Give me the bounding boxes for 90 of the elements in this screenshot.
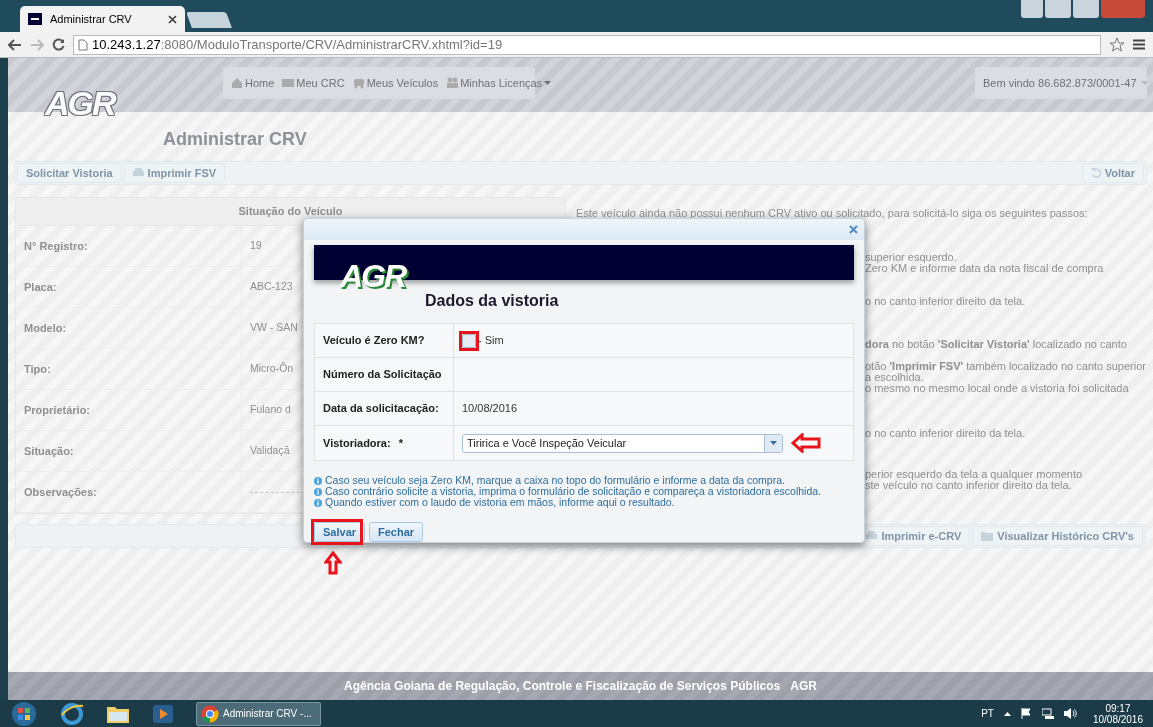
option-label: - Sim xyxy=(478,333,504,349)
instruction-text: o no canto inferior direito da tela. xyxy=(865,295,1026,307)
instruction-text: otão 'Imprimir FSV' também localizado no canto superior xyxy=(865,360,1146,372)
dialog-title: Dados da vistoria xyxy=(425,291,559,311)
instruction-text: Este veículo ainda não possui nenhum CRV ativo ou solicitado, para solicitá-lo siga os seguintes passos: xyxy=(576,206,1088,221)
star-icon xyxy=(1109,37,1125,52)
network-icon[interactable] xyxy=(1041,708,1054,719)
toolbar-button[interactable]: Visualizar Histórico CRV's xyxy=(972,526,1143,546)
save-button[interactable]: Salvar xyxy=(314,522,366,542)
back-icon xyxy=(8,38,22,51)
menu-icon xyxy=(1133,39,1145,50)
home-icon xyxy=(231,77,243,89)
field-value: 10/08/2016 xyxy=(462,401,518,417)
instruction-text: a escolhida. xyxy=(865,371,924,383)
note-text: Quando estiver com o laudo de vistoria em mãos, informe aqui o resultado. xyxy=(325,497,675,508)
field-label: Tipo: xyxy=(24,361,51,377)
field-label: Proprietário: xyxy=(24,402,90,418)
footer-text: Agência Goiana de Regulação, Controle e Fiscalização de Serviços Públicos xyxy=(344,678,781,695)
language-indicator[interactable]: PT xyxy=(981,706,994,721)
browser-tab[interactable]: Administrar CRV xyxy=(20,6,185,32)
instruction-text: dora no botão 'Solicitar Vistoria' localizado no canto xyxy=(865,338,1127,350)
field-value: VW - SAN xyxy=(250,320,298,336)
forward-icon xyxy=(30,38,44,51)
nav-link[interactable]: Home xyxy=(231,74,275,92)
info-icon xyxy=(314,498,322,507)
user-menu[interactable]: Bem vindo 86.682.873/0001-47 xyxy=(975,67,1147,99)
arrow-icon xyxy=(324,551,342,575)
new-tab-button[interactable] xyxy=(186,12,232,28)
note-text: Caso seu veículo seja Zero KM, marque a caixa no topo do formulário e informe a data da compra. xyxy=(325,475,785,486)
address-bar[interactable]: 10.243.1.27:8080/ModuloTransporte/CRV/AdministrarCRV.xhtml?id=19 xyxy=(73,34,1101,55)
close-icon[interactable] xyxy=(849,225,858,235)
info-icon xyxy=(314,476,322,485)
field-label: Veículo é Zero KM? xyxy=(323,333,425,349)
instruction-text: Zero KM e informe data da nota fiscal de compra xyxy=(865,262,1104,274)
field-label: Situação: xyxy=(24,443,74,459)
people-icon xyxy=(446,77,459,89)
footer-brand: AGR xyxy=(790,678,817,695)
instruction-text: ste veículo no canto inferior direito da tela. xyxy=(865,479,1072,491)
field-label: Número da Solicitação xyxy=(323,367,442,383)
media-player-icon[interactable] xyxy=(152,703,174,724)
nav-link[interactable]: Minhas Licenças xyxy=(446,74,552,92)
field-label: Data da solicitacação: xyxy=(323,401,439,417)
browser-icon[interactable] xyxy=(60,702,84,725)
page-icon xyxy=(78,38,88,51)
caret-icon[interactable] xyxy=(1003,711,1011,716)
flag-icon[interactable] xyxy=(1020,708,1032,719)
nav-link[interactable]: Meus Veículos xyxy=(352,74,439,92)
clock[interactable]: 09:17 10/08/2016 xyxy=(1092,702,1143,725)
instruction-text: perior esquerdo da tela a qualquer momento xyxy=(865,468,1083,480)
instruction-text: o mesmo no mesmo local onde a vistoria foi solicitada xyxy=(865,382,1129,394)
folder-icon xyxy=(981,531,994,541)
toolbar-button[interactable]: Imprimir e-CRV xyxy=(857,526,971,546)
field-label: Modelo: xyxy=(24,320,67,336)
printer-icon xyxy=(132,168,144,178)
field-label: Placa: xyxy=(24,279,57,295)
agr-logo: AGR xyxy=(45,86,115,120)
field-value: Fulano d xyxy=(250,402,291,418)
nav-link[interactable]: Meu CRC xyxy=(282,74,345,92)
field-value: Micro-Ôn xyxy=(250,361,294,377)
field-label: Observações: xyxy=(24,484,97,500)
speaker-icon[interactable] xyxy=(1063,708,1077,719)
back-button[interactable]: Voltar xyxy=(1081,163,1144,183)
toolbar-button[interactable]: Imprimir FSV xyxy=(123,163,226,183)
field-label: N° Registro: xyxy=(24,238,88,254)
info-icon xyxy=(314,487,322,496)
caret-icon xyxy=(1140,81,1148,85)
undo-icon xyxy=(1090,168,1101,178)
taskbar-window-button[interactable]: Administrar CRV -... xyxy=(196,701,321,726)
select-field[interactable]: Tiririca e Você Inspeção Veicular xyxy=(462,433,783,453)
toolbar-button[interactable]: Solicitar Vistoria xyxy=(17,163,122,183)
close-icon xyxy=(168,14,177,24)
highlight-frame xyxy=(459,331,479,351)
car-icon xyxy=(352,77,365,89)
field-value: ABC-123 xyxy=(250,279,293,295)
caret-icon xyxy=(770,441,777,445)
field-value: Validaçã xyxy=(250,443,290,459)
card-icon xyxy=(282,77,295,89)
favicon-icon xyxy=(28,13,42,25)
instruction-text: o no canto inferior direito da tela. xyxy=(865,427,1026,439)
field-value: 19 xyxy=(250,238,262,254)
start-button[interactable] xyxy=(10,700,38,727)
arrow-icon xyxy=(791,433,821,453)
url-text: 10.243.1.27:8080/ModuloTransporte/CRV/AdministrarCRV.xhtml?id=19 xyxy=(92,35,503,54)
required-mark: * xyxy=(398,435,403,451)
close-button[interactable]: Fechar xyxy=(369,522,424,542)
page-title: Administrar CRV xyxy=(163,128,307,150)
note-text: Caso contrário solicite a vistoria, imprima o formulário de solicitação e compareça a vistoriadora escolhida. xyxy=(325,486,822,497)
field-label: Vistoriadora: xyxy=(323,435,391,451)
highlight-frame xyxy=(311,519,363,545)
reload-icon xyxy=(52,38,65,51)
